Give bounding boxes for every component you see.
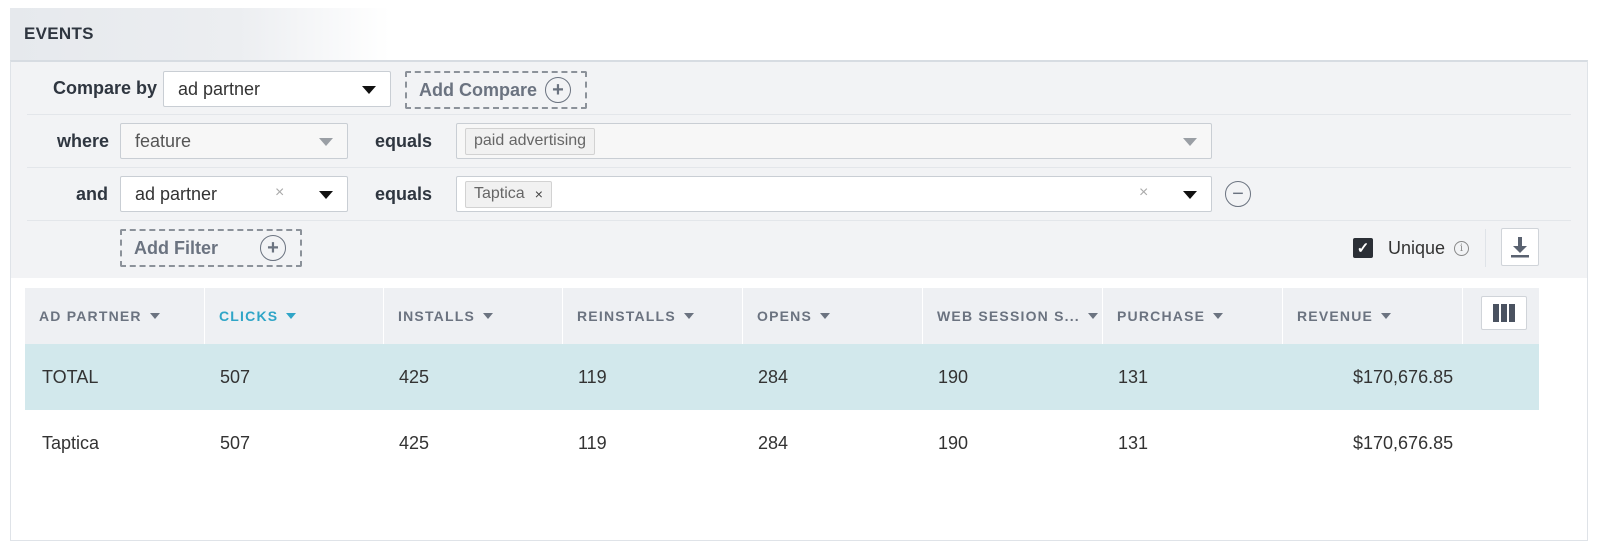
plus-circle-icon: + — [260, 235, 286, 261]
filter-value-chip: paid advertising — [465, 127, 596, 155]
column-header-ad-partner[interactable]: AD PARTNER — [25, 288, 205, 344]
cell-revenue: $170,676.85 — [1353, 366, 1454, 387]
sort-caret-icon — [1381, 313, 1392, 319]
divider — [1485, 229, 1486, 267]
clear-icon[interactable]: × — [275, 184, 284, 202]
chevron-down-icon — [362, 86, 376, 94]
filter-connector-label: and — [76, 184, 109, 204]
column-header-revenue[interactable]: REVENUE — [1283, 288, 1463, 344]
filter-area: Compare by ad partner Add Compare + wher… — [11, 62, 1587, 278]
column-header-reinstalls[interactable]: REINSTALLS — [563, 288, 743, 344]
sort-caret-icon — [149, 313, 160, 319]
filter-value-chip: Taptica × — [465, 180, 552, 208]
sort-caret-icon — [286, 313, 297, 319]
cell-purchase: 131 — [1118, 366, 1149, 387]
table-row[interactable]: Taptica 507 425 119 284 190 131 $170,676… — [25, 410, 1539, 476]
cell-web-sessions: 190 — [938, 432, 969, 453]
cell-clicks: 507 — [220, 366, 251, 387]
column-header-opens[interactable]: OPENS — [743, 288, 923, 344]
filter-connector-label: where — [57, 131, 110, 151]
columns-icon — [1493, 304, 1515, 322]
cell-reinstalls: 119 — [578, 366, 607, 387]
column-chooser-button[interactable] — [1481, 296, 1527, 330]
info-icon[interactable]: i — [1454, 241, 1469, 256]
filter-field-select[interactable]: ad partner × — [120, 176, 348, 212]
chip-label: paid advertising — [474, 132, 587, 149]
chip-remove-icon[interactable]: × — [535, 186, 543, 202]
cell-revenue: $170,676.85 — [1353, 432, 1454, 453]
section-title: EVENTS — [24, 24, 94, 43]
events-tab: EVENTS — [10, 8, 390, 60]
sort-caret-icon — [820, 313, 831, 319]
clear-icon[interactable]: × — [1139, 184, 1148, 202]
table-header: AD PARTNER CLICKS INSTALLS REINSTALLS OP… — [25, 288, 1539, 344]
remove-filter-icon[interactable]: − — [1225, 181, 1251, 207]
chip-label: Taptica — [474, 185, 525, 202]
unique-checkbox[interactable]: ✓ — [1353, 238, 1373, 258]
chevron-down-icon — [319, 191, 333, 199]
cell-opens: 284 — [758, 432, 789, 453]
compare-select[interactable]: ad partner — [163, 71, 391, 107]
sort-caret-icon — [683, 313, 694, 319]
plus-circle-icon: + — [545, 77, 571, 103]
events-panel: Compare by ad partner Add Compare + wher… — [10, 60, 1588, 541]
chevron-down-icon — [1183, 138, 1197, 146]
filter-operator-label: equals — [375, 131, 433, 151]
chevron-down-icon — [319, 138, 333, 146]
download-button[interactable] — [1501, 228, 1539, 266]
filter-field-select[interactable]: feature — [120, 123, 348, 159]
compare-select-value: ad partner — [178, 78, 261, 99]
cell-name: TOTAL — [42, 366, 99, 387]
chevron-down-icon — [1183, 191, 1197, 199]
add-compare-button[interactable]: Add Compare + — [405, 71, 587, 109]
download-icon — [1511, 237, 1529, 258]
sort-caret-icon — [1087, 313, 1098, 319]
cell-purchase: 131 — [1118, 432, 1149, 453]
column-header-web-sessions[interactable]: WEB SESSION S... — [923, 288, 1103, 344]
column-header-purchase[interactable]: PURCHASE — [1103, 288, 1283, 344]
unique-label: Unique — [1388, 238, 1446, 258]
table-row-total[interactable]: TOTAL 507 425 119 284 190 131 $170,676.8… — [25, 344, 1539, 410]
cell-installs: 425 — [399, 366, 430, 387]
add-filter-label: Add Filter — [134, 237, 218, 258]
cell-web-sessions: 190 — [938, 366, 969, 387]
filter-field-value: feature — [135, 130, 192, 151]
add-compare-label: Add Compare — [419, 79, 538, 100]
events-table: AD PARTNER CLICKS INSTALLS REINSTALLS OP… — [25, 288, 1539, 476]
compare-row: Compare by ad partner Add Compare + — [27, 62, 1571, 115]
column-header-installs[interactable]: INSTALLS — [384, 288, 563, 344]
sort-caret-icon — [1213, 313, 1224, 319]
sort-caret-icon — [483, 313, 494, 319]
filter-row: where feature equals paid advertising — [27, 115, 1571, 168]
cell-installs: 425 — [399, 432, 430, 453]
filter-operator-label: equals — [375, 184, 433, 204]
filter-row: and ad partner × equals Taptica × × − — [27, 168, 1571, 221]
cell-reinstalls: 119 — [578, 432, 607, 453]
filter-values-select[interactable]: Taptica × × — [456, 176, 1212, 212]
add-filter-button[interactable]: Add Filter + — [120, 229, 302, 267]
filter-field-value: ad partner — [135, 183, 218, 204]
cell-clicks: 507 — [220, 432, 251, 453]
compare-by-label: Compare by — [53, 78, 158, 98]
filter-values-select[interactable]: paid advertising — [456, 123, 1212, 159]
cell-opens: 284 — [758, 366, 789, 387]
column-header-clicks[interactable]: CLICKS — [205, 288, 384, 344]
cell-name: Taptica — [42, 432, 100, 453]
actions-row: Add Filter + ✓ Unique i — [27, 221, 1571, 274]
